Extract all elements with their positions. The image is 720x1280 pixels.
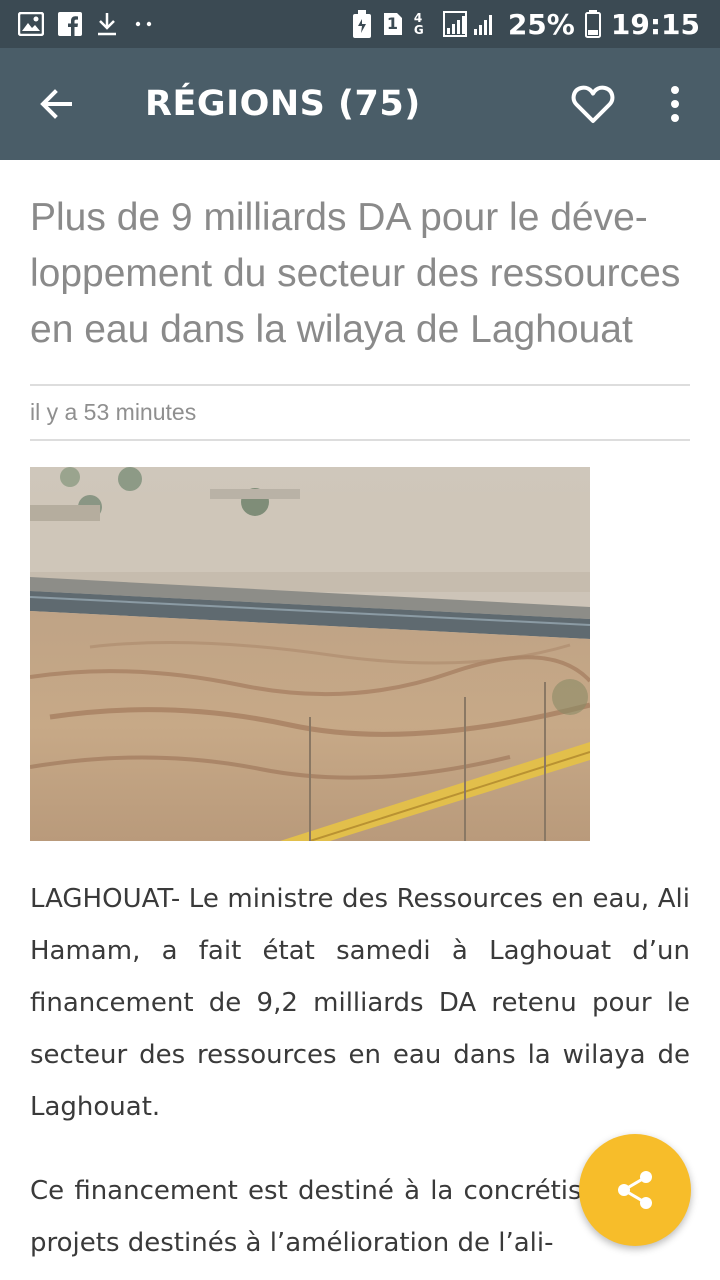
facebook-icon — [58, 12, 82, 36]
more-options-button[interactable] — [650, 76, 700, 132]
more-vert-icon — [671, 86, 679, 122]
network-type: 4G — [413, 11, 424, 37]
favorite-button[interactable] — [565, 76, 621, 132]
back-arrow-icon — [40, 89, 72, 119]
sim-slot-number: 1 — [386, 14, 398, 33]
divider-top — [30, 384, 690, 386]
battery-icon — [584, 10, 601, 38]
share-button[interactable] — [579, 1134, 691, 1246]
status-bar: 1 4G 25% 19:15 — [0, 0, 720, 48]
notification-icons — [18, 8, 156, 40]
image-icon — [18, 12, 44, 36]
battery-percent: 25% — [507, 7, 575, 41]
heart-icon — [571, 85, 615, 123]
article-image — [30, 467, 590, 841]
signal-icon — [442, 10, 498, 38]
sim-icon: 1 — [382, 11, 404, 37]
system-status: 1 4G 25% 19:15 — [352, 6, 700, 42]
back-button[interactable] — [28, 76, 84, 132]
article-paragraph: LAGHOUAT- Le ministre des Ressources en … — [30, 884, 690, 1122]
app-toolbar: RÉGIONS (75) — [0, 48, 720, 160]
article-title: Plus de 9 milliards DA pour le déve-lopp… — [30, 196, 681, 351]
share-icon — [618, 1171, 652, 1209]
clock: 19:15 — [610, 7, 700, 41]
download-icon — [96, 11, 118, 37]
battery-saver-icon — [352, 10, 372, 38]
toolbar-title: RÉGIONS (75) — [145, 84, 421, 124]
divider-bottom — [30, 439, 690, 441]
more-notifications-icon — [132, 19, 156, 29]
article-timestamp: il y a 53 minutes — [30, 399, 197, 425]
